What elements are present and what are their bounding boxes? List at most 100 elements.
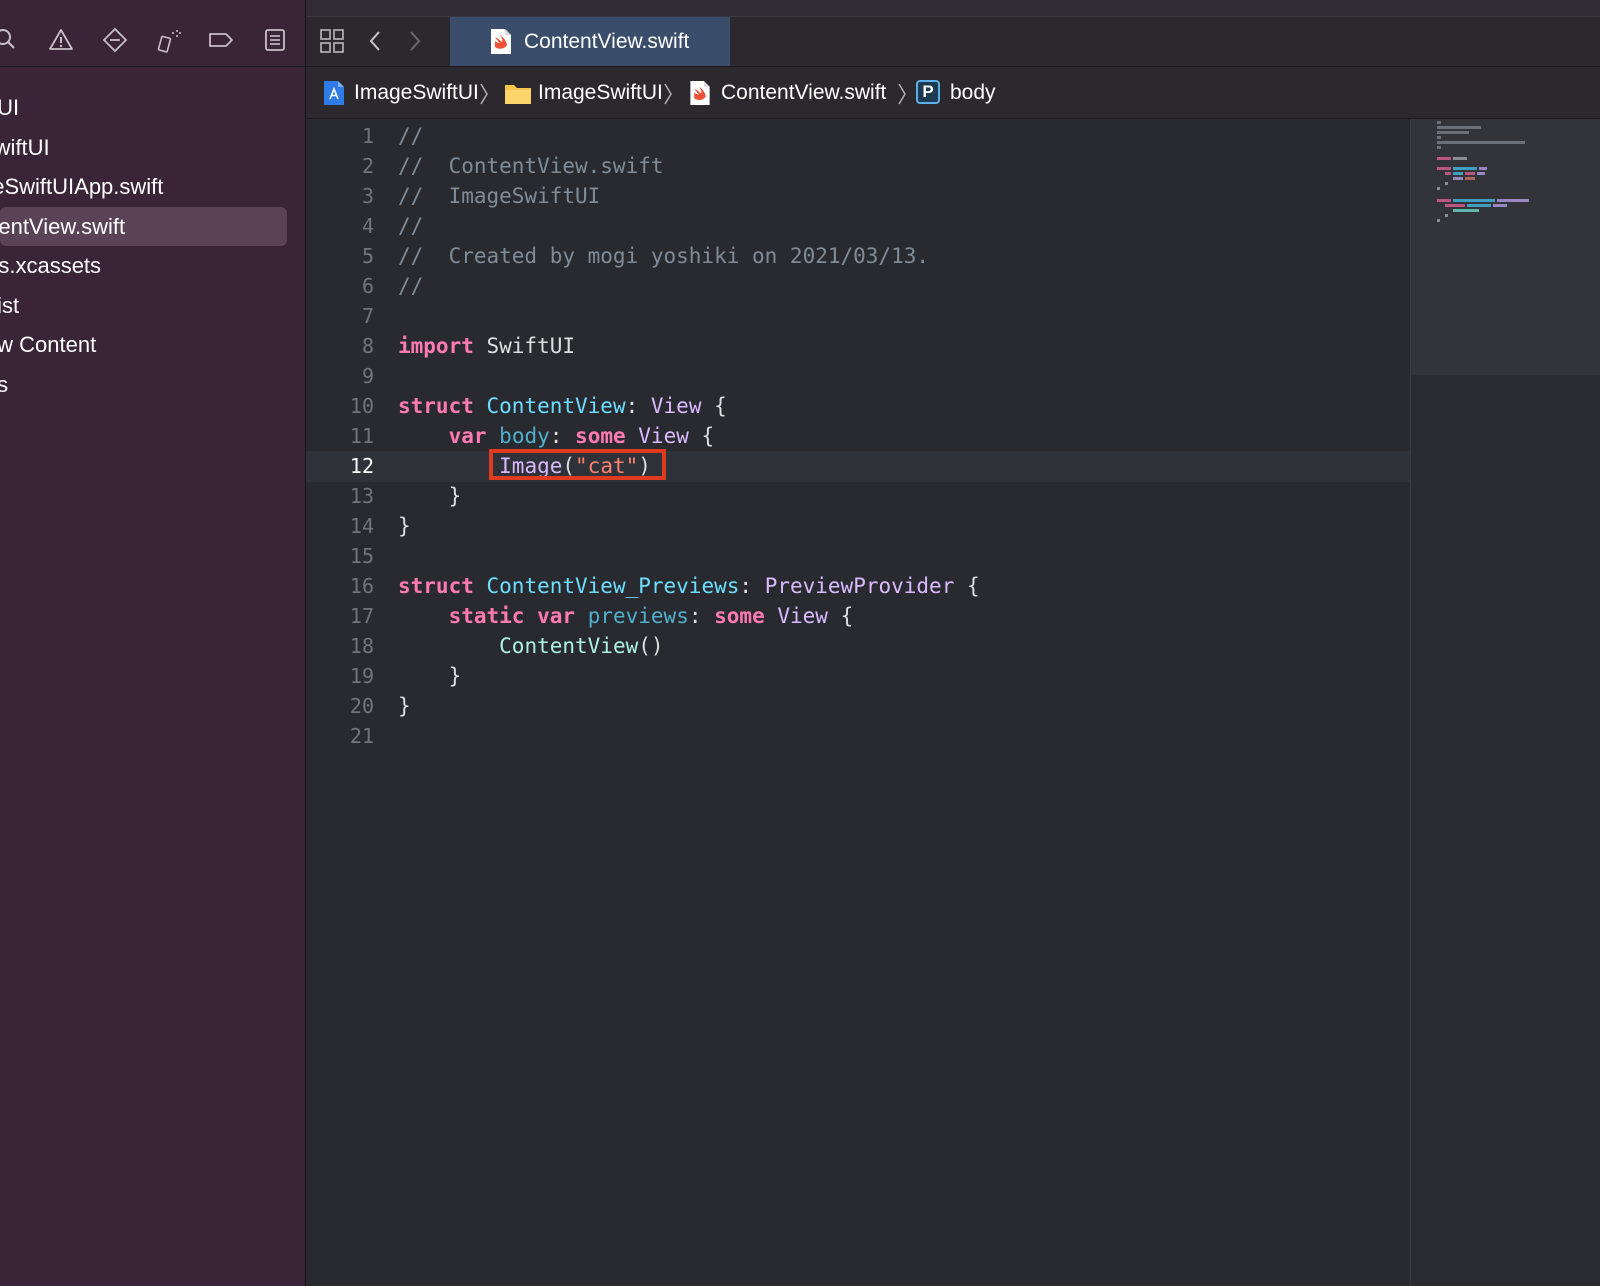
code-token: View xyxy=(777,604,828,628)
xcode-project-icon xyxy=(324,81,344,105)
code-token: : xyxy=(739,574,765,598)
code-line[interactable]: 18 ContentView() xyxy=(306,631,1410,662)
code-line[interactable]: 8 import SwiftUI xyxy=(306,331,1410,362)
code-token: // xyxy=(398,214,424,238)
code-token: View xyxy=(638,424,689,448)
navigator-item[interactable]: SwiftUI xyxy=(0,128,305,168)
navigator-item-label: geSwiftUIApp.swift xyxy=(0,174,164,199)
code-text: // xyxy=(398,121,423,152)
code-token: { xyxy=(827,604,854,628)
code-token: static xyxy=(448,604,525,628)
code-token: Image xyxy=(499,454,563,478)
code-token: body xyxy=(499,424,550,448)
code-line[interactable]: 10 struct ContentView: View { xyxy=(306,391,1410,422)
code-line[interactable]: 14} xyxy=(306,511,1410,542)
line-number: 8 xyxy=(361,334,374,358)
code-line[interactable]: 16 struct ContentView_Previews: PreviewPr… xyxy=(306,571,1410,602)
search-icon[interactable] xyxy=(0,27,20,53)
code-text: } xyxy=(398,661,462,692)
line-number: 17 xyxy=(349,604,374,628)
code-token: // xyxy=(398,124,424,148)
code-line[interactable]: 5 // Created by mogi yoshiki on 2021/03/1… xyxy=(306,241,1410,272)
source-editor[interactable]: 1 // 2// ContentView.swift 3// ImageSwiftUI… xyxy=(306,119,1410,1286)
code-line[interactable]: 6 // xyxy=(306,271,1410,302)
code-line[interactable]: 17 static var previews: some View { xyxy=(306,601,1410,632)
navigator-item-label: plist xyxy=(0,292,20,318)
code-line[interactable]: 1 // xyxy=(306,121,1410,152)
code-text: // ImageSwiftUI xyxy=(398,181,600,212)
folder-icon xyxy=(505,85,531,104)
navigator-toolbar xyxy=(0,0,305,67)
code-token: ContentView xyxy=(499,634,639,658)
code-line[interactable]: 15 xyxy=(306,541,1410,572)
code-token: struct xyxy=(398,394,474,418)
code-line[interactable]: 7 xyxy=(306,301,1410,332)
navigator-item[interactable]: geSwiftUIApp.swift xyxy=(0,167,305,207)
code-line[interactable]: 2 // ContentView.swift xyxy=(306,151,1410,182)
code-token: { xyxy=(688,424,715,448)
line-number: 18 xyxy=(349,634,374,658)
line-number: 19 xyxy=(349,664,374,688)
code-token: // xyxy=(398,274,424,298)
navigator-item[interactable]: cts xyxy=(0,365,305,405)
forward-chevron-icon[interactable] xyxy=(400,27,428,55)
line-number: 14 xyxy=(349,514,374,538)
warning-icon[interactable] xyxy=(48,27,74,53)
minimap[interactable] xyxy=(1410,119,1600,1286)
line-number: 4 xyxy=(361,214,374,238)
line-number: 20 xyxy=(349,694,374,718)
code-text: Image("cat") xyxy=(398,451,651,482)
code-line[interactable]: 21 xyxy=(306,721,1410,752)
breadcrumb-project[interactable]: ImageSwiftUI xyxy=(354,67,479,119)
code-line[interactable]: 13 } xyxy=(306,481,1410,512)
code-text: struct ContentView_Previews: PreviewProv… xyxy=(398,571,980,602)
code-token: } xyxy=(398,664,462,688)
navigator-item[interactable]: iftUI xyxy=(0,88,305,128)
report-icon[interactable] xyxy=(262,27,288,53)
tab-label: ContentView.swift xyxy=(524,30,690,53)
test-diamond-icon[interactable] xyxy=(102,27,128,53)
navigator-item-selected[interactable]: ntentView.swift xyxy=(0,206,287,246)
code-token: SwiftUI xyxy=(473,334,576,358)
code-text: ContentView() xyxy=(398,631,664,662)
code-line[interactable]: 11 var body: some View { xyxy=(306,421,1410,452)
navigator-item-label: ntentView.swift xyxy=(0,213,126,239)
breakpoint-icon[interactable] xyxy=(208,27,234,53)
code-token: () xyxy=(638,634,664,658)
breadcrumb-symbol[interactable]: body xyxy=(950,67,996,119)
breadcrumb-folder[interactable]: ImageSwiftUI xyxy=(538,67,663,119)
code-token: : xyxy=(688,604,715,628)
code-line[interactable]: 3 // ImageSwiftUI xyxy=(306,181,1410,212)
related-items-grid-icon[interactable] xyxy=(318,27,346,55)
code-token: { xyxy=(701,394,727,418)
current-code-line[interactable]: 12 Image("cat") xyxy=(306,449,1410,482)
code-token: import xyxy=(398,334,474,358)
code-text: struct ContentView: View { xyxy=(398,391,727,422)
code-line[interactable]: 20} xyxy=(306,691,1410,722)
code-line[interactable]: 9 xyxy=(306,361,1410,392)
navigator-item-label: iftUI xyxy=(0,95,20,120)
property-badge-icon: P xyxy=(916,80,940,104)
tab-contentview-swift[interactable]: ContentView.swift xyxy=(450,17,730,66)
navigator-item[interactable]: iew Content xyxy=(0,325,305,365)
code-token: View xyxy=(650,394,702,418)
line-number: 2 xyxy=(361,154,374,178)
project-navigator-list: iftUI SwiftUI geSwiftUIApp.swift ntentVi… xyxy=(0,88,305,404)
jump-bar: ImageSwiftUI ImageSwiftUI ContentView.sw… xyxy=(306,67,1600,119)
breadcrumb-file[interactable]: ContentView.swift xyxy=(721,67,886,119)
code-token: } xyxy=(398,694,411,718)
navigator-item[interactable]: plist xyxy=(0,286,305,326)
debug-spray-icon[interactable] xyxy=(156,27,182,53)
code-line[interactable]: 19 } xyxy=(306,661,1410,692)
code-line[interactable]: 4 // xyxy=(306,211,1410,242)
code-text: var body: some View { xyxy=(398,421,715,452)
back-chevron-icon[interactable] xyxy=(362,27,390,55)
line-number: 1 xyxy=(361,124,374,148)
navigator-item[interactable]: ets.xcassets xyxy=(0,246,305,286)
code-token: struct xyxy=(398,574,474,598)
line-number: 9 xyxy=(361,364,374,388)
